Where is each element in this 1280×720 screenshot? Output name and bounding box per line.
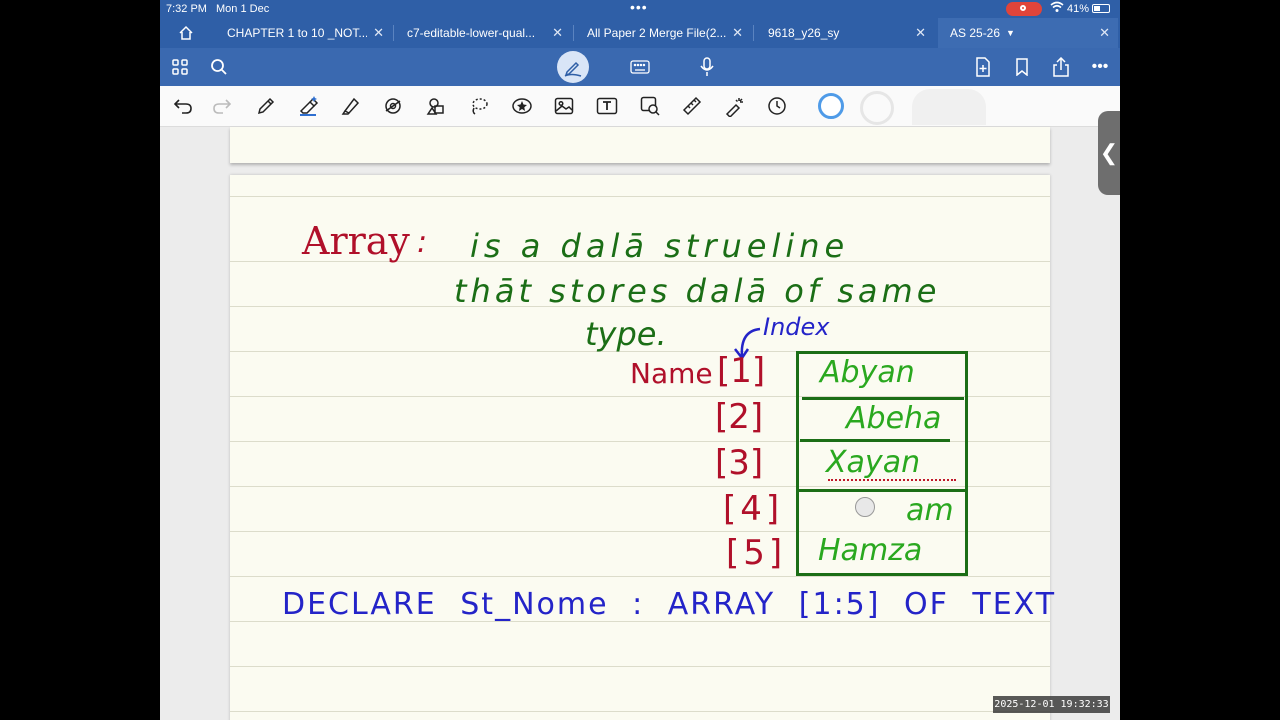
index-2: [2] [715, 397, 764, 437]
tab-label: All Paper 2 Merge File(2... [587, 26, 727, 40]
close-tab-icon[interactable]: ✕ [915, 25, 926, 41]
pencil-cursor [855, 497, 875, 517]
color-swatch-blue[interactable] [818, 93, 844, 119]
keyboard-icon[interactable] [625, 52, 655, 82]
close-tab-icon[interactable]: ✕ [732, 25, 743, 41]
microphone-icon[interactable] [692, 52, 722, 82]
handwriting-mode-icon[interactable] [557, 51, 589, 83]
image-tool-icon[interactable] [550, 92, 578, 120]
tab-9618-syllabus[interactable]: 9618_y26_sy ✕ [756, 18, 934, 48]
row-divider [796, 489, 968, 492]
home-icon[interactable] [160, 18, 212, 48]
tab-chapter-notes[interactable]: CHAPTER 1 to 10 _NOT... ✕ [216, 18, 392, 48]
definition-line-1: is a dalā strueline [470, 227, 850, 265]
search-icon[interactable] [204, 52, 234, 82]
share-icon[interactable] [1046, 52, 1076, 82]
undo-icon[interactable] [169, 92, 197, 120]
index-3: [3] [715, 443, 764, 483]
eraser-tool-icon[interactable] [294, 92, 322, 120]
multitasking-dots-icon[interactable]: ••• [630, 0, 648, 15]
declare-statement: DECLARE St_Nome : ARRAY [1:5] OF TEXT [282, 587, 1057, 622]
bookmark-icon[interactable] [1007, 52, 1037, 82]
redo-icon[interactable] [208, 92, 236, 120]
array-value-2: Abeha [846, 401, 942, 436]
laser-pointer-icon[interactable] [721, 92, 749, 120]
index-4: [4] [723, 489, 784, 529]
wifi-icon [1050, 1, 1064, 16]
name-label: Name [630, 357, 713, 390]
sticker-tool-icon[interactable] [508, 92, 536, 120]
screen-record-icon[interactable] [1006, 2, 1042, 16]
more-options-icon[interactable]: ••• [1085, 52, 1115, 82]
scan-image-icon[interactable] [636, 92, 664, 120]
array-value-5: Hamza [818, 533, 923, 568]
battery-icon [1092, 4, 1110, 13]
previous-page-edge [230, 127, 1050, 163]
lasso-tool-icon[interactable] [465, 92, 493, 120]
tab-label: AS 25-26 [950, 26, 1001, 40]
index-1: [1] [717, 351, 766, 391]
tab-as-25-26[interactable]: AS 25-26 ▼ ✕ [938, 18, 1118, 48]
tab-label: 9618_y26_sy [768, 26, 840, 40]
status-date: Mon 1 Dec [216, 3, 270, 15]
video-timestamp: 2025-12-01 19:32:33 [993, 696, 1110, 713]
tab-divider [753, 25, 754, 41]
status-bar: 7:32 PM Mon 1 Dec ••• 41% [160, 0, 1120, 18]
notebook-canvas[interactable]: Array : is a dalā strueline thāt stores … [160, 127, 1120, 720]
pen-thickness-swatch-large[interactable] [912, 89, 986, 125]
main-toolbar: ••• [160, 48, 1120, 86]
definition-colon: : [417, 225, 428, 260]
array-value-3: Xayan [826, 445, 921, 480]
close-tab-icon[interactable]: ✕ [552, 25, 563, 41]
elements-tool-icon[interactable] [422, 92, 450, 120]
row-divider [800, 439, 950, 442]
tab-divider [393, 25, 394, 41]
pen-tool-icon[interactable] [252, 92, 280, 120]
add-page-icon[interactable] [968, 52, 998, 82]
array-value-1: Abyan [820, 355, 915, 390]
pen-thickness-swatch[interactable] [860, 91, 894, 125]
tab-c7-editable[interactable]: c7-editable-lower-qual... ✕ [395, 18, 571, 48]
row-divider [802, 397, 964, 400]
tab-label: CHAPTER 1 to 10 _NOT... [227, 26, 367, 40]
ruler-tool-icon[interactable] [678, 92, 706, 120]
tab-label: c7-editable-lower-qual... [407, 26, 536, 40]
document-tab-bar: CHAPTER 1 to 10 _NOT... ✕ c7-editable-lo… [160, 18, 1120, 48]
array-value-4: am [906, 493, 954, 528]
definition-line-3: type. [585, 315, 667, 353]
status-time: 7:32 PM [166, 3, 207, 15]
highlighter-tool-icon[interactable] [336, 92, 364, 120]
drawing-tools-bar [160, 86, 1120, 127]
tab-divider [573, 25, 574, 41]
close-tab-icon[interactable]: ✕ [1099, 25, 1110, 41]
index-5: [5] [726, 533, 787, 573]
shapes-tool-icon[interactable] [379, 92, 407, 120]
side-panel-handle-icon[interactable]: ❮ [1098, 111, 1120, 195]
array-term: Array [302, 219, 410, 263]
ipad-screen: 7:32 PM Mon 1 Dec ••• 41% CHAPTER 1 to 1… [160, 0, 1120, 720]
close-tab-icon[interactable]: ✕ [373, 25, 384, 41]
chevron-down-icon[interactable]: ▼ [1006, 28, 1015, 38]
definition-line-2: thāt stores dalā of same [454, 272, 941, 310]
battery-percent: 41% [1067, 3, 1090, 15]
tab-paper2-merge[interactable]: All Paper 2 Merge File(2... ✕ [575, 18, 751, 48]
grid-view-icon[interactable] [165, 52, 195, 82]
index-label: Index [763, 313, 830, 341]
timer-icon[interactable] [763, 92, 791, 120]
note-page[interactable]: Array : is a dalā strueline thāt stores … [230, 175, 1054, 720]
text-tool-icon[interactable] [593, 92, 621, 120]
